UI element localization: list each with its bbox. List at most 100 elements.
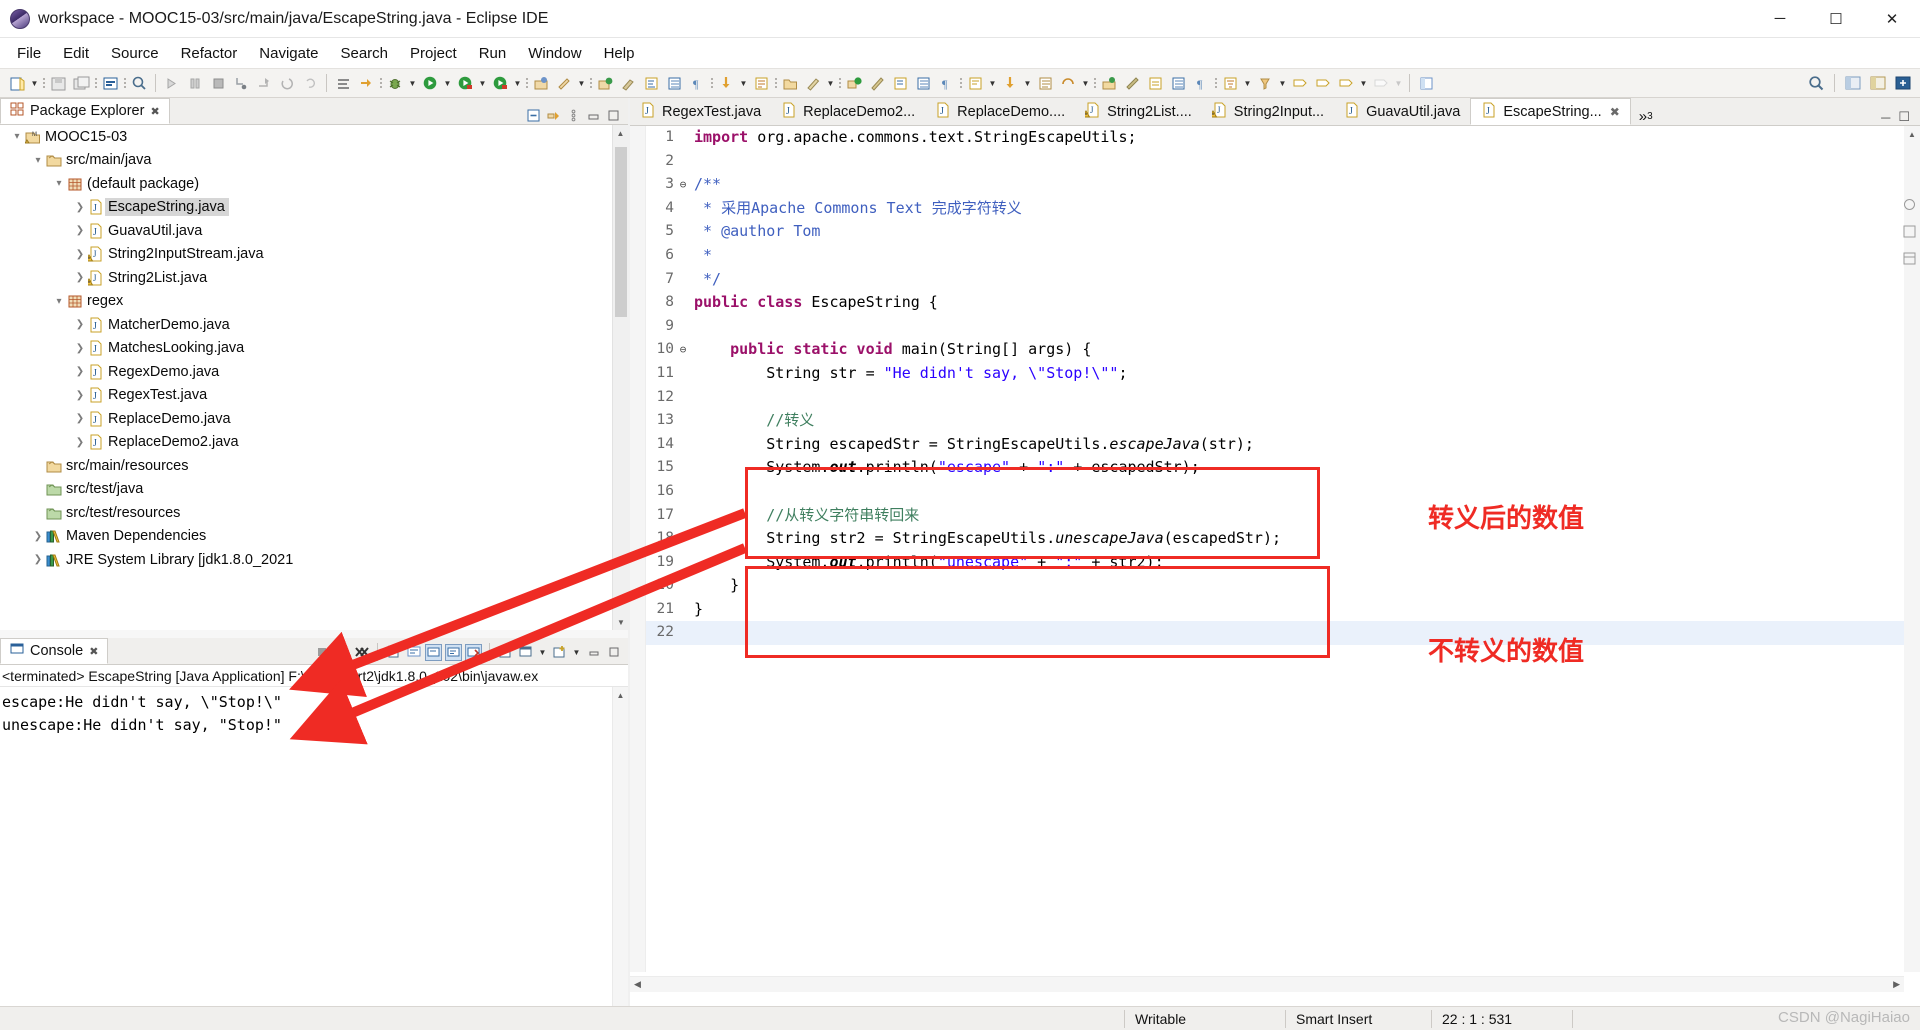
open-perspective-icon[interactable] [1415,71,1437,95]
chevron-right-icon[interactable]: ❯ [73,413,87,424]
tree-item[interactable]: ❯ J String2List.java [0,266,612,290]
new-wizard-dropdown-icon[interactable]: ▼ [29,71,40,95]
new-class-dropdown-icon[interactable]: ▼ [576,71,587,95]
editor-tab[interactable]: J String2Input... [1202,98,1334,125]
layout-mini-icon[interactable] [1903,252,1916,269]
save-all-icon[interactable] [70,71,92,95]
tree-item[interactable]: ▾ src/main/java [0,149,612,173]
code-line[interactable]: 6 * [646,244,1904,268]
coverage-icon[interactable] [489,71,511,95]
console-vertical-scrollbar[interactable]: ▲ [612,687,628,1006]
coverage-dropdown-icon[interactable]: ▼ [512,71,523,95]
code-line[interactable]: 22 [646,621,1904,646]
fold-collapse-icon[interactable]: ⊖ [676,338,690,362]
pause-icon[interactable] [184,71,206,95]
tree-item[interactable]: ❯ J ReplaceDemo2.java [0,431,612,455]
console-output[interactable]: escape:He didn't say, \"Stop!\" unescape:… [0,687,628,737]
editor-tab[interactable]: J EscapeString... ✖ [1470,98,1631,125]
tree-item[interactable]: ▾ M MOOC15-03 [0,125,612,149]
new-java-class-icon[interactable] [553,71,575,95]
chevron-down-icon[interactable]: ▾ [10,131,24,142]
tree-item[interactable]: src/test/resources [0,501,612,525]
open-perspective-plus-icon[interactable] [1892,71,1914,95]
import-dropdown-icon[interactable]: ▼ [987,71,998,95]
editor-tab[interactable]: J ReplaceDemo2... [771,98,925,125]
new-wizard-icon[interactable] [6,71,28,95]
collapse-all-icon[interactable] [525,107,542,124]
tree-item[interactable]: ❯ J RegexTest.java [0,384,612,408]
code-line[interactable]: 19 System.out.println("unescape" + ":" +… [646,551,1904,575]
chevron-right-icon[interactable]: ❯ [73,272,87,283]
code-line[interactable]: 14 String escapedStr = StringEscapeUtils… [646,433,1904,457]
tree-item[interactable]: ▾ regex [0,290,612,314]
terminate-icon[interactable] [313,644,330,661]
maximize-button[interactable]: ☐ [1808,0,1864,38]
close-icon[interactable]: ✖ [150,105,159,118]
editor-tab[interactable]: J GuavaUtil.java [1334,98,1470,125]
open-task-repositories-icon[interactable] [1098,71,1120,95]
tree-item[interactable]: ❯ J ReplaceDemo.java [0,407,612,431]
open-console-icon[interactable] [385,644,402,661]
breadcrumb-toggle-icon[interactable] [1903,198,1916,215]
close-button[interactable]: ✕ [1864,0,1920,38]
task-outline-icon[interactable] [1167,71,1189,95]
minimize-button[interactable]: ─ [1752,0,1808,38]
outline-list-icon[interactable] [912,71,934,95]
chevron-right-icon[interactable]: ❯ [73,343,87,354]
tab-console[interactable]: Console ✖ [0,638,109,664]
code-line[interactable]: 3 ⊖/** [646,173,1904,197]
menu-navigate[interactable]: Navigate [248,41,329,66]
code-line[interactable]: 12 [646,386,1904,410]
chevron-down-icon[interactable]: ▾ [31,155,45,166]
chevron-right-icon[interactable]: ❯ [73,366,87,377]
tree-item[interactable]: ❯ J RegexDemo.java [0,360,612,384]
bookmark-1-icon[interactable] [1289,71,1311,95]
search-icon[interactable] [617,71,639,95]
tree-item[interactable]: ❯ J String2InputStream.java [0,243,612,267]
pilcrow-icon[interactable]: ¶ [935,71,957,95]
next-annotation-icon[interactable] [640,71,662,95]
skip-breakpoints-icon[interactable] [355,71,377,95]
save-icon[interactable] [47,71,69,95]
debug-perspective-icon[interactable] [1867,71,1889,95]
editor-horizontal-scrollbar[interactable]: ◀ ▶ [630,976,1904,992]
scroll-up-icon[interactable]: ▲ [613,125,628,141]
open-console-dropdown-icon[interactable] [517,644,534,661]
scroll-lock-icon[interactable] [425,643,442,661]
chevron-down-icon[interactable]: ▾ [52,178,66,189]
menu-run[interactable]: Run [468,41,518,66]
tree-item[interactable]: ❯ J MatchesLooking.java [0,337,612,361]
bookmark-3-icon[interactable] [1335,71,1357,95]
code-line[interactable]: 5 * @author Tom [646,220,1904,244]
link-with-editor-icon[interactable] [545,107,562,124]
view-menu-icon[interactable] [565,107,582,124]
use-step-filters-icon[interactable] [299,71,321,95]
editor-code-lines[interactable]: 1 import org.apache.commons.text.StringEs… [646,126,1904,972]
bookmark-dropdown-icon[interactable]: ▼ [1358,71,1369,95]
editor-tab[interactable]: J String2List.... [1075,98,1202,125]
code-line[interactable]: 10 ⊖ public static void main(String[] arg… [646,338,1904,362]
chevron-right-icon[interactable]: ❯ [73,202,87,213]
previous-annotation-icon[interactable] [663,71,685,95]
tree-item[interactable]: src/test/java [0,478,612,502]
last-edit-location-icon[interactable]: ¶ [686,71,708,95]
code-line[interactable]: 1 import org.apache.commons.text.StringEs… [646,126,1904,150]
code-line[interactable]: 8 public class EscapeString { [646,291,1904,315]
terminate-icon[interactable] [207,71,229,95]
step-into-icon[interactable] [230,71,252,95]
back-dropdown-icon[interactable]: ▼ [738,71,749,95]
export-dropdown-icon[interactable]: ▼ [1022,71,1033,95]
refresh-icon[interactable] [843,71,865,95]
menu-search[interactable]: Search [329,41,399,66]
tree-item[interactable]: ❯ J MatcherDemo.java [0,313,612,337]
chevron-right-icon[interactable]: ❯ [73,390,87,401]
toggle-mark-occurrences-icon[interactable] [750,71,772,95]
code-line[interactable]: 11 String str = "He didn't say, \"Stop!\… [646,362,1904,386]
scrollbar-thumb[interactable] [615,147,627,317]
run-external-tools-icon[interactable] [454,71,476,95]
task-dropdown-icon[interactable]: ▼ [1080,71,1091,95]
connect-task-icon[interactable] [1121,71,1143,95]
new-task-icon[interactable] [1144,71,1166,95]
console-dropdown-arrow-icon[interactable]: ▼ [537,640,548,664]
export-icon[interactable] [999,71,1021,95]
